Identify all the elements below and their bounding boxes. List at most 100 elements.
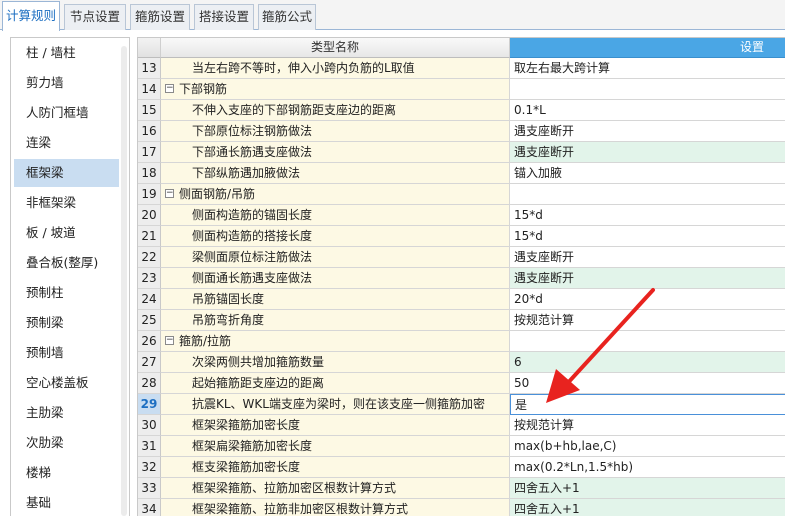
row-type-name: − 侧面钢筋/吊筋 <box>161 184 510 205</box>
row-setting-value[interactable]: max(0.2*Ln,1.5*hb) <box>510 457 785 478</box>
row-setting-value[interactable]: 6 <box>510 352 785 373</box>
table-row[interactable]: 23 侧面通长筋遇支座做法 遇支座断开 <box>138 268 785 289</box>
row-setting-value[interactable]: 取左右最大跨计算 <box>510 58 785 79</box>
tab-1[interactable]: 节点设置 <box>64 4 126 30</box>
list-item[interactable]: 预制梁 <box>14 309 119 337</box>
row-name-label: 框架梁箍筋加密长度 <box>192 418 301 432</box>
table-row[interactable]: 29 抗震KL、WKL端支座为梁时，则在该支座一侧箍筋加密 是 <box>138 394 785 415</box>
table-row[interactable]: 31 框架扁梁箍筋加密长度 max(b+hb,lae,C) <box>138 436 785 457</box>
table-row[interactable]: 30 框架梁箍筋加密长度 按规范计算 <box>138 415 785 436</box>
tab-2[interactable]: 箍筋设置 <box>130 4 190 30</box>
table-row[interactable]: 28 起始箍筋距支座边的距离 50 <box>138 373 785 394</box>
list-scrollbar[interactable] <box>121 46 127 516</box>
collapse-icon[interactable]: − <box>165 84 174 93</box>
header-setting[interactable]: 设置 <box>510 38 785 58</box>
list-item[interactable]: 楼梯 <box>14 459 119 487</box>
row-setting-value[interactable]: 20*d <box>510 289 785 310</box>
row-name-label: 下部纵筋遇加腋做法 <box>192 166 301 180</box>
row-setting-value[interactable]: 50 <box>510 373 785 394</box>
row-type-name: 框架扁梁箍筋加密长度 <box>161 436 510 457</box>
list-item[interactable]: 框架梁 <box>14 159 119 187</box>
collapse-icon[interactable]: − <box>165 336 174 345</box>
table-row[interactable]: 17 下部通长筋遇支座做法 遇支座断开 <box>138 142 785 163</box>
list-item[interactable]: 空心楼盖板 <box>14 369 119 397</box>
row-type-name: 不伸入支座的下部钢筋距支座边的距离 <box>161 100 510 121</box>
tab-3[interactable]: 搭接设置 <box>194 4 254 30</box>
table-row[interactable]: 13 当左右跨不等时，伸入小跨内负筋的L取值 取左右最大跨计算 <box>138 58 785 79</box>
list-item[interactable]: 预制柱 <box>14 279 119 307</box>
rules-grid: 类型名称 设置 13 当左右跨不等时，伸入小跨内负筋的L取值 取左右最大跨计算 14−… <box>137 37 785 516</box>
row-setting-value[interactable]: 遇支座断开 <box>510 142 785 163</box>
header-num-column <box>138 38 161 58</box>
list-item[interactable]: 次肋梁 <box>14 429 119 457</box>
group-row[interactable]: 14− 下部钢筋 <box>138 79 785 100</box>
table-row[interactable]: 21 侧面构造筋的搭接长度 15*d <box>138 226 785 247</box>
table-row[interactable]: 27 次梁两侧共增加箍筋数量 6 <box>138 352 785 373</box>
list-item[interactable]: 剪力墙 <box>14 69 119 97</box>
row-setting-value[interactable]: max(b+hb,lae,C) <box>510 436 785 457</box>
row-number: 17 <box>138 142 161 163</box>
table-row[interactable]: 20 侧面构造筋的锚固长度 15*d <box>138 205 785 226</box>
list-item[interactable]: 人防门框墙 <box>14 99 119 127</box>
row-setting-value[interactable]: 锚入加腋 <box>510 163 785 184</box>
row-number: 22 <box>138 247 161 268</box>
list-item[interactable]: 基础 <box>14 489 119 516</box>
row-setting-value[interactable]: 15*d <box>510 205 785 226</box>
row-setting-value[interactable]: 遇支座断开 <box>510 247 785 268</box>
row-setting-value[interactable]: 四舍五入+1 <box>510 499 785 516</box>
group-row[interactable]: 26− 箍筋/拉筋 <box>138 331 785 352</box>
list-item[interactable]: 连梁 <box>14 129 119 157</box>
row-type-name: 下部原位标注钢筋做法 <box>161 121 510 142</box>
table-row[interactable]: 22 梁侧面原位标注筋做法 遇支座断开 <box>138 247 785 268</box>
table-row[interactable]: 24 吊筋锚固长度 20*d <box>138 289 785 310</box>
table-row[interactable]: 33 框架梁箍筋、拉筋加密区根数计算方式 四舍五入+1 <box>138 478 785 499</box>
row-type-name: 下部纵筋遇加腋做法 <box>161 163 510 184</box>
row-type-name: 抗震KL、WKL端支座为梁时，则在该支座一侧箍筋加密 <box>161 394 510 415</box>
component-list: 柱 / 墙柱 剪力墙 人防门框墙 连梁 框架梁 非框架梁板 / 坡道 叠合板(整厚) 预制柱预… <box>10 37 130 516</box>
table-row[interactable]: 18 下部纵筋遇加腋做法 锚入加腋 <box>138 163 785 184</box>
collapse-icon[interactable]: − <box>165 189 174 198</box>
table-row[interactable]: 16 下部原位标注钢筋做法 遇支座断开 <box>138 121 785 142</box>
row-type-name: − 下部钢筋 <box>161 79 510 100</box>
table-row[interactable]: 15 不伸入支座的下部钢筋距支座边的距离 0.1*L <box>138 100 785 121</box>
list-item[interactable]: 叠合板(整厚) <box>14 249 119 277</box>
row-name-label: 框架扁梁箍筋加密长度 <box>192 439 313 453</box>
row-type-name: 框架梁箍筋、拉筋加密区根数计算方式 <box>161 478 510 499</box>
group-row[interactable]: 19− 侧面钢筋/吊筋 <box>138 184 785 205</box>
grid-header: 类型名称 设置 <box>138 38 785 58</box>
row-type-name: 吊筋锚固长度 <box>161 289 510 310</box>
app-window: 计算规则 节点设置 箍筋设置 搭接设置 箍筋公式 柱 / 墙柱 剪力墙 人防门框墙 连梁 框架梁… <box>0 0 785 516</box>
row-setting-value[interactable]: 四舍五入+1 <box>510 478 785 499</box>
row-number: 16 <box>138 121 161 142</box>
table-row[interactable]: 34 框架梁箍筋、拉筋非加密区根数计算方式 四舍五入+1 <box>138 499 785 516</box>
row-name-label: 下部原位标注钢筋做法 <box>192 124 313 138</box>
row-number: 31 <box>138 436 161 457</box>
tab-0[interactable]: 计算规则 <box>2 1 60 31</box>
list-item[interactable]: 板 / 坡道 <box>14 219 119 247</box>
row-type-name: 框支梁箍筋加密长度 <box>161 457 510 478</box>
list-item[interactable]: 柱 / 墙柱 <box>14 39 119 67</box>
row-setting-value[interactable]: 遇支座断开 <box>510 121 785 142</box>
row-setting-value[interactable]: 0.1*L <box>510 100 785 121</box>
list-item[interactable]: 主肋梁 <box>14 399 119 427</box>
row-setting-value[interactable]: 按规范计算 <box>510 415 785 436</box>
row-number: 19 <box>138 184 161 205</box>
row-setting-value[interactable]: 按规范计算 <box>510 310 785 331</box>
list-item[interactable]: 预制墙 <box>14 339 119 367</box>
row-name-label: 下部钢筋 <box>179 82 228 96</box>
header-type-name[interactable]: 类型名称 <box>161 38 510 58</box>
row-type-name: 框架梁箍筋加密长度 <box>161 415 510 436</box>
row-setting-value[interactable]: 15*d <box>510 226 785 247</box>
row-number: 27 <box>138 352 161 373</box>
tab-4[interactable]: 箍筋公式 <box>258 4 316 30</box>
row-number: 25 <box>138 310 161 331</box>
list-item[interactable]: 非框架梁 <box>14 189 119 217</box>
table-row[interactable]: 25 吊筋弯折角度 按规范计算 <box>138 310 785 331</box>
row-setting-value[interactable]: 是 <box>510 394 785 415</box>
row-number: 23 <box>138 268 161 289</box>
table-row[interactable]: 32 框支梁箍筋加密长度 max(0.2*Ln,1.5*hb) <box>138 457 785 478</box>
row-name-label: 梁侧面原位标注筋做法 <box>192 250 313 264</box>
row-setting-value[interactable]: 遇支座断开 <box>510 268 785 289</box>
row-number: 26 <box>138 331 161 352</box>
row-type-name: 梁侧面原位标注筋做法 <box>161 247 510 268</box>
